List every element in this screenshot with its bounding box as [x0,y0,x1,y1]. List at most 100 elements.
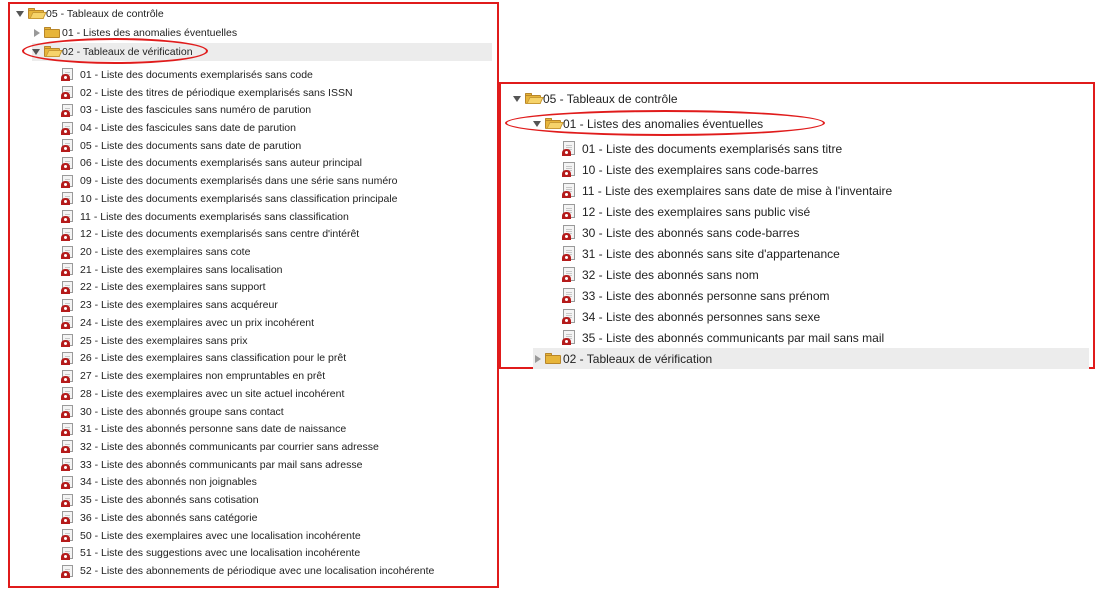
report-item-label: 24 - Liste des exemplaires avec un prix … [80,316,315,329]
report-item-label: 30 - Liste des abonnés groupe sans conta… [80,405,284,418]
expand-arrow-icon[interactable] [513,95,521,102]
report-item[interactable]: 50 - Liste des exemplaires avec une loca… [61,527,361,545]
report-item[interactable]: 33 - Liste des abonnés personne sans pré… [562,285,830,306]
report-document-icon [61,263,74,277]
report-item[interactable]: 21 - Liste des exemplaires sans localisa… [61,261,283,279]
report-item[interactable]: 35 - Liste des abonnés sans cotisation [61,491,259,509]
report-item[interactable]: 25 - Liste des exemplaires sans prix [61,332,248,350]
report-document-icon [61,103,74,117]
report-item[interactable]: 34 - Liste des abonnés non joignables [61,474,257,492]
expand-arrow-icon[interactable] [32,48,40,55]
expand-arrow-icon[interactable] [533,120,541,127]
report-item-label: 30 - Liste des abonnés sans code-barres [582,225,800,240]
report-document-icon [61,86,74,100]
report-document-icon [61,387,74,401]
report-document-icon [61,405,74,419]
report-item-label: 22 - Liste des exemplaires sans support [80,281,266,294]
report-document-icon [61,227,74,241]
report-item-label: 01 - Liste des documents exemplarisés sa… [582,141,843,156]
report-item[interactable]: 04 - Liste des fascicules sans date de p… [61,119,296,137]
report-document-icon [562,141,576,156]
tree-folder-label: 02 - Tableaux de vérification [563,351,713,366]
folder-icon [545,353,562,364]
folder-icon [44,27,61,39]
report-document-icon [562,204,576,219]
report-document-icon [61,529,74,543]
report-document-icon [61,475,74,489]
report-document-icon [61,422,74,436]
report-document-icon [61,440,74,454]
report-item[interactable]: 05 - Liste des documents sans date de pa… [61,137,301,155]
report-item[interactable]: 32 - Liste des abonnés sans nom [562,264,759,285]
report-item-label: 52 - Liste des abonnements de périodique… [80,565,435,577]
report-item-label: 12 - Liste des exemplaires sans public v… [582,204,811,219]
tree-panel-anomalies: 05 - Tableaux de contrôle 01 - Listes de… [499,82,1095,369]
report-item[interactable]: 31 - Liste des abonnés personne sans dat… [61,420,346,438]
report-item[interactable]: 31 - Liste des abonnés sans site d'appar… [562,243,840,264]
report-item[interactable]: 35 - Liste des abonnés communicants par … [562,327,884,348]
report-item-label: 34 - Liste des abonnés personnes sans se… [582,309,821,324]
report-item[interactable]: 11 - Liste des exemplaires sans date de … [562,180,892,201]
report-item[interactable]: 12 - Liste des documents exemplarisés sa… [61,225,359,243]
report-item[interactable]: 23 - Liste des exemplaires sans acquéreu… [61,296,278,314]
report-document-icon [61,280,74,294]
collapse-arrow-icon[interactable] [535,354,541,363]
report-document-icon [562,267,576,282]
report-item-label: 01 - Liste des documents exemplarisés sa… [80,68,313,81]
report-item[interactable]: 51 - Liste des suggestions avec une loca… [61,544,360,562]
report-document-icon [61,546,74,560]
report-item[interactable]: 01 - Liste des documents exemplarisés sa… [61,66,313,84]
tree-folder-label: 02 - Tableaux de vérification [62,45,193,58]
report-item[interactable]: 34 - Liste des abonnés personnes sans se… [562,306,820,327]
report-item[interactable]: 52 - Liste des abonnements de périodique… [61,562,434,580]
report-item[interactable]: 36 - Liste des abonnés sans catégorie [61,509,257,527]
tree-folder-verification[interactable]: 02 - Tableaux de vérification [32,43,492,61]
tree-folder-anomalies[interactable]: 01 - Listes des anomalies éventuelles [32,24,237,42]
report-item[interactable]: 10 - Liste des documents exemplarisés sa… [61,190,398,208]
tree-root-row[interactable]: 05 - Tableaux de contrôle [16,5,164,23]
report-document-icon [562,309,576,324]
report-document-icon [61,493,74,507]
report-document-icon [61,192,74,206]
report-item[interactable]: 27 - Liste des exemplaires non empruntab… [61,367,325,385]
tree-folder-label: 01 - Listes des anomalies éventuelles [62,26,238,39]
report-item[interactable]: 11 - Liste des documents exemplarisés sa… [61,208,349,226]
report-item[interactable]: 30 - Liste des abonnés sans code-barres [562,222,799,243]
tree-folder-verification[interactable]: 02 - Tableaux de vérification [533,348,1089,369]
report-item[interactable]: 09 - Liste des documents exemplarisés da… [61,172,398,190]
report-item-label: 51 - Liste des suggestions avec une loca… [80,547,361,560]
report-item[interactable]: 10 - Liste des exemplaires sans code-bar… [562,159,818,180]
report-item-label: 26 - Liste des exemplaires sans classifi… [80,352,347,365]
report-document-icon [61,210,74,224]
report-item-label: 33 - Liste des abonnés communicants par … [80,458,363,471]
report-document-icon [61,298,74,312]
tree-folder-anomalies[interactable]: 01 - Listes des anomalies éventuelles [533,113,763,134]
report-item[interactable]: 33 - Liste des abonnés communicants par … [61,456,362,474]
report-item-label: 27 - Liste des exemplaires non empruntab… [80,370,326,383]
report-item-label: 32 - Liste des abonnés sans nom [582,267,759,282]
expand-arrow-icon[interactable] [16,10,24,17]
report-item[interactable]: 26 - Liste des exemplaires sans classifi… [61,350,346,368]
report-document-icon [562,246,576,261]
report-item[interactable]: 32 - Liste des abonnés communicants par … [61,438,379,456]
report-item[interactable]: 03 - Liste des fascicules sans numéro de… [61,101,311,119]
report-item[interactable]: 02 - Liste des titres de périodique exem… [61,84,353,102]
report-item-label: 02 - Liste des titres de périodique exem… [80,86,353,99]
report-document-icon [562,183,576,198]
report-document-icon [61,174,74,188]
tree-root-label: 05 - Tableaux de contrôle [46,7,164,20]
report-item[interactable]: 06 - Liste des documents exemplarisés sa… [61,155,362,173]
tree-panel-verification: 05 - Tableaux de contrôle 01 - Listes de… [8,2,499,588]
collapse-arrow-icon[interactable] [34,28,40,37]
report-item-label: 23 - Liste des exemplaires sans acquéreu… [80,299,278,312]
report-item-label: 35 - Liste des abonnés communicants par … [582,330,885,345]
report-item[interactable]: 24 - Liste des exemplaires avec un prix … [61,314,314,332]
report-item[interactable]: 22 - Liste des exemplaires sans support [61,279,266,297]
report-item[interactable]: 30 - Liste des abonnés groupe sans conta… [61,403,284,421]
tree-root-row[interactable]: 05 - Tableaux de contrôle [513,88,678,109]
report-item[interactable]: 12 - Liste des exemplaires sans public v… [562,201,810,222]
report-item[interactable]: 01 - Liste des documents exemplarisés sa… [562,138,842,159]
report-item-label: 50 - Liste des exemplaires avec une loca… [80,529,361,542]
report-item[interactable]: 28 - Liste des exemplaires avec un site … [61,385,344,403]
report-item[interactable]: 20 - Liste des exemplaires sans cote [61,243,250,261]
